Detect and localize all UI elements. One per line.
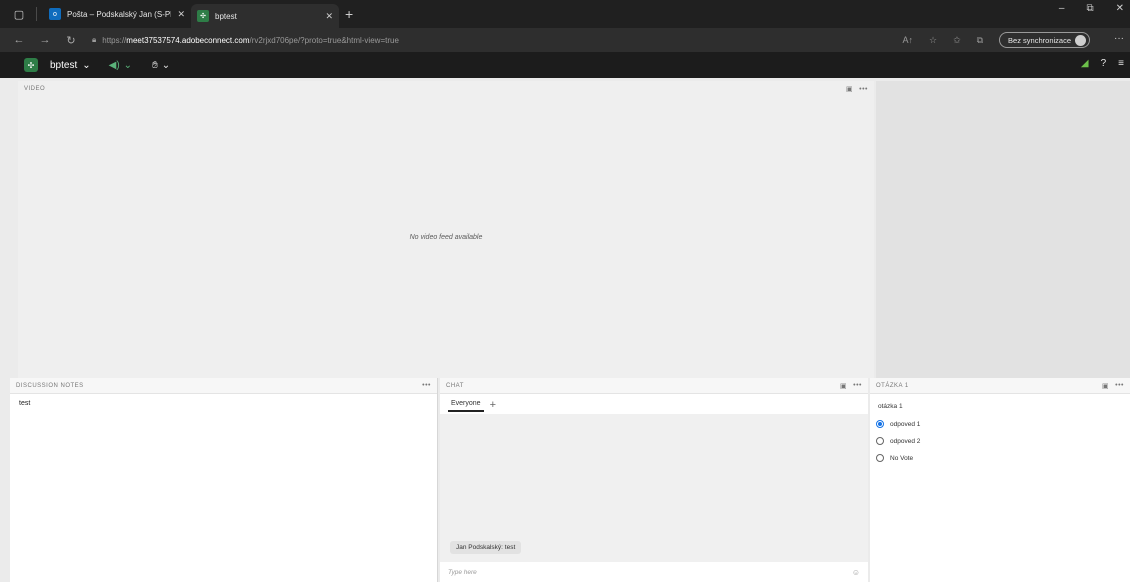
notes-pod: DISCUSSION NOTES ••• test xyxy=(10,378,438,582)
raise-hand-menu[interactable]: ✋︎ ⌄ xyxy=(152,60,170,71)
chevron-down-icon: ⌄ xyxy=(123,59,133,71)
poll-option[interactable]: odpoved 2 xyxy=(876,437,920,445)
profile-button[interactable]: Bez synchronizace xyxy=(999,32,1090,48)
add-chat-tab-button[interactable]: + xyxy=(490,399,496,411)
fullscreen-icon[interactable]: ▣ xyxy=(846,85,853,93)
chevron-down-icon: ⌄ xyxy=(82,59,91,71)
fullscreen-icon[interactable]: ▣ xyxy=(840,382,847,390)
url-host: meet37537574.adobeconnect.com xyxy=(126,35,250,45)
pod-options-icon[interactable]: ••• xyxy=(1115,382,1124,389)
chat-input-placeholder: Type here xyxy=(448,568,477,576)
radio-selected-icon[interactable] xyxy=(876,420,884,428)
video-status-message: No video feed available xyxy=(409,234,483,241)
tab-actions-icon[interactable]: ▢ xyxy=(8,3,30,25)
collections-icon[interactable]: ⧉ xyxy=(977,35,983,46)
help-icon[interactable]: ? xyxy=(1101,58,1107,69)
meeting-layout: VIDEO ▣ ••• No video feed available DISC… xyxy=(0,78,1130,582)
chat-tab-bar: Everyone + xyxy=(448,398,496,412)
poll-pod: OTÁZKA 1 ▣ ••• otázka 1 odpoved 1 odpove… xyxy=(870,378,1130,582)
connect-toolbar: ✣ bptest ⌄ ◀) ⌄ ✋︎ ⌄ ◢ ? ≡ xyxy=(0,52,1130,78)
tab-title: bptest xyxy=(215,11,237,21)
pod-title: DISCUSSION NOTES xyxy=(16,382,84,389)
audio-menu[interactable]: ◀) ⌄ xyxy=(109,60,132,71)
url-field[interactable]: 🔒︎ https://meet37537574.adobeconnect.com… xyxy=(92,31,399,49)
radio-icon[interactable] xyxy=(876,437,884,445)
adobe-connect-icon: ✣ xyxy=(197,10,209,22)
poll-option-label: odpoved 1 xyxy=(890,420,921,428)
chat-input[interactable]: Type here ☺︎ xyxy=(440,562,868,582)
url-scheme: https:// xyxy=(102,35,127,45)
lock-icon: 🔒︎ xyxy=(92,35,97,44)
window-close-icon[interactable]: ✕ xyxy=(1116,3,1124,14)
chat-message: Jan Podskalský: test xyxy=(450,541,522,554)
new-tab-button[interactable]: + xyxy=(345,6,353,22)
pod-header: CHAT ▣ ••• xyxy=(440,378,868,394)
chat-pod: CHAT ▣ ••• Everyone + Jan Podskalský: te… xyxy=(440,378,868,582)
video-pod: VIDEO ▣ ••• No video feed available xyxy=(18,81,874,378)
menu-icon[interactable]: ≡ xyxy=(1118,58,1124,69)
meeting-menu[interactable]: bptest ⌄ xyxy=(50,60,91,71)
close-icon[interactable]: ✕ xyxy=(177,9,185,20)
window-controls: – ⧉ ✕ xyxy=(1059,3,1124,14)
pod-options-icon[interactable]: ••• xyxy=(422,382,431,389)
poll-option[interactable]: odpoved 1 xyxy=(876,420,920,428)
browser-tab-bptest[interactable]: ✣ bptest ✕ xyxy=(191,4,339,28)
speaker-icon: ◀) xyxy=(108,59,120,71)
tab-everyone[interactable]: Everyone xyxy=(448,398,484,412)
pod-header: OTÁZKA 1 ▣ ••• xyxy=(870,378,1130,394)
avatar xyxy=(1075,34,1086,46)
read-aloud-icon[interactable]: A↑ xyxy=(902,35,913,45)
poll-option-label: No Vote xyxy=(890,454,914,462)
address-bar-icons: A↑ ☆ ✩ ⧉ Bez synchronizace xyxy=(902,32,1090,48)
connect-logo-icon: ✣ xyxy=(24,58,38,72)
more-icon[interactable]: ··· xyxy=(1114,33,1124,44)
forward-icon[interactable]: → xyxy=(38,34,52,46)
chat-message-list: Jan Podskalský: test xyxy=(440,414,868,562)
tab-separator xyxy=(36,7,37,21)
back-icon[interactable]: ← xyxy=(12,34,26,46)
minimize-icon[interactable]: – xyxy=(1059,3,1065,14)
poll-option-label: odpoved 2 xyxy=(890,437,921,445)
pod-title: OTÁZKA 1 xyxy=(876,382,909,389)
notes-content[interactable]: test xyxy=(19,400,30,407)
connection-signal-icon[interactable]: ◢ xyxy=(1081,58,1089,69)
address-bar-row: ← → ↻ 🔒︎ https://meet37537574.adobeconne… xyxy=(0,28,1130,52)
radio-icon[interactable] xyxy=(876,454,884,462)
reload-icon[interactable]: ↻ xyxy=(64,34,78,47)
meeting-name: bptest xyxy=(50,59,78,71)
pod-options-icon[interactable]: ••• xyxy=(859,86,868,93)
favorites-icon[interactable]: ✩ xyxy=(953,35,961,46)
close-icon[interactable]: ✕ xyxy=(325,11,333,22)
tab-title: Pošta – Podskalský Jan (S-PEF) – xyxy=(67,9,171,19)
pod-title: CHAT xyxy=(446,382,464,389)
emoji-icon[interactable]: ☺︎ xyxy=(852,568,860,577)
pod-header: VIDEO ▣ ••• xyxy=(18,81,874,97)
url-path: /rv2rjxd706pe/?proto=true&html-view=true xyxy=(249,35,399,45)
favorite-add-icon[interactable]: ☆ xyxy=(929,35,937,46)
browser-tab-mail[interactable]: o Pošta – Podskalský Jan (S-PEF) – ✕ xyxy=(43,3,191,25)
restore-icon[interactable]: ⧉ xyxy=(1086,3,1093,14)
pod-options-icon[interactable]: ••• xyxy=(853,382,862,389)
connect-toolbar-right: ◢ ? ≡ xyxy=(1081,58,1124,69)
chevron-down-icon: ⌄ xyxy=(161,59,171,71)
pod-title: VIDEO xyxy=(24,86,46,92)
outlook-icon: o xyxy=(49,8,61,20)
browser-tab-strip: ▢ o Pošta – Podskalský Jan (S-PEF) – ✕ ✣… xyxy=(0,0,1130,28)
sync-label: Bez synchronizace xyxy=(1008,35,1071,45)
fullscreen-icon[interactable]: ▣ xyxy=(1102,382,1109,390)
empty-stage-area xyxy=(876,81,1130,378)
pod-header: DISCUSSION NOTES ••• xyxy=(10,378,437,394)
poll-question: otázka 1 xyxy=(878,403,903,410)
poll-option[interactable]: No Vote xyxy=(876,454,913,462)
raise-hand-icon: ✋︎ xyxy=(152,59,158,71)
